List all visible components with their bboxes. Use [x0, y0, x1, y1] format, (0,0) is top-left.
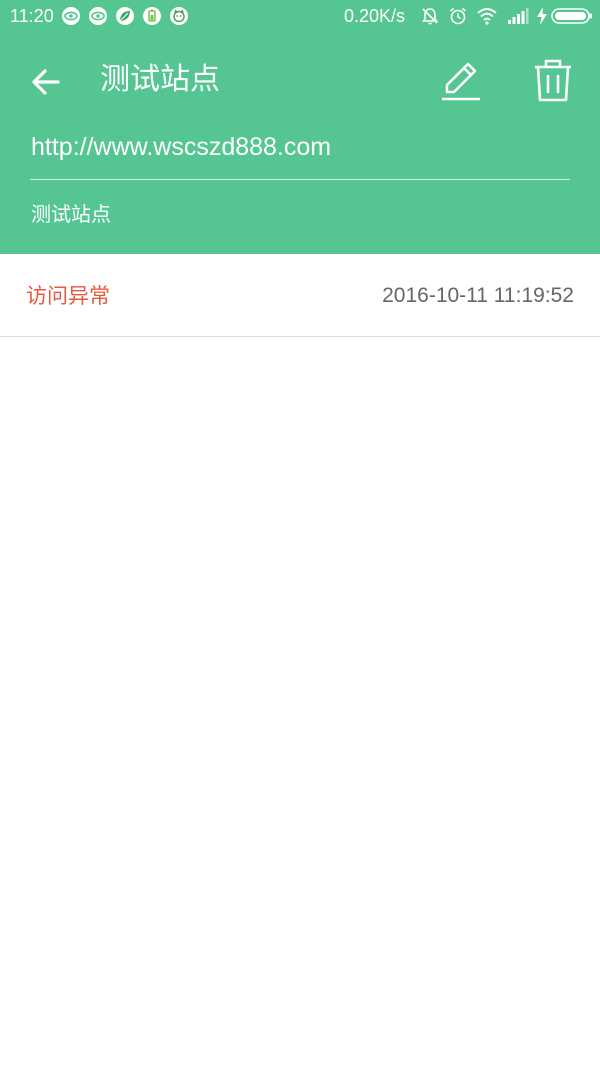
status-time: 11:20: [10, 6, 54, 26]
trash-icon: [535, 59, 571, 102]
log-status: 访问异常: [26, 284, 110, 308]
charging-icon: [536, 6, 548, 31]
url-divider: [30, 179, 570, 180]
eye-icon: [89, 7, 107, 25]
alarm-off-icon: [420, 6, 440, 31]
list-item[interactable]: 访问异常 2016-10-11 11:19:52: [0, 254, 600, 337]
back-button[interactable]: [22, 58, 70, 106]
eye-icon: [62, 7, 80, 25]
wifi-icon: [476, 6, 498, 31]
battery-saver-icon: [143, 7, 161, 25]
site-header: 11:20 0.20K/s 测试站点 http://www.wscszd888.…: [0, 0, 600, 254]
cat-icon: [170, 7, 188, 25]
status-bar: 11:20 0.20K/s: [0, 0, 600, 34]
log-time: 2016-10-11 11:19:52: [382, 284, 574, 307]
edit-button[interactable]: [436, 56, 486, 106]
battery-icon: [551, 6, 593, 31]
alarm-clock-icon: [448, 6, 468, 31]
delete-button[interactable]: [528, 56, 578, 106]
leaf-icon: [116, 7, 134, 25]
site-name: 测试站点: [31, 202, 111, 226]
network-speed: 0.20K/s: [344, 6, 406, 26]
page-title: 测试站点: [100, 62, 220, 97]
signal-icon: [507, 6, 529, 31]
site-url: http://www.wscszd888.com: [31, 133, 332, 161]
pencil-icon: [442, 62, 480, 101]
arrow-left-icon: [32, 69, 60, 95]
